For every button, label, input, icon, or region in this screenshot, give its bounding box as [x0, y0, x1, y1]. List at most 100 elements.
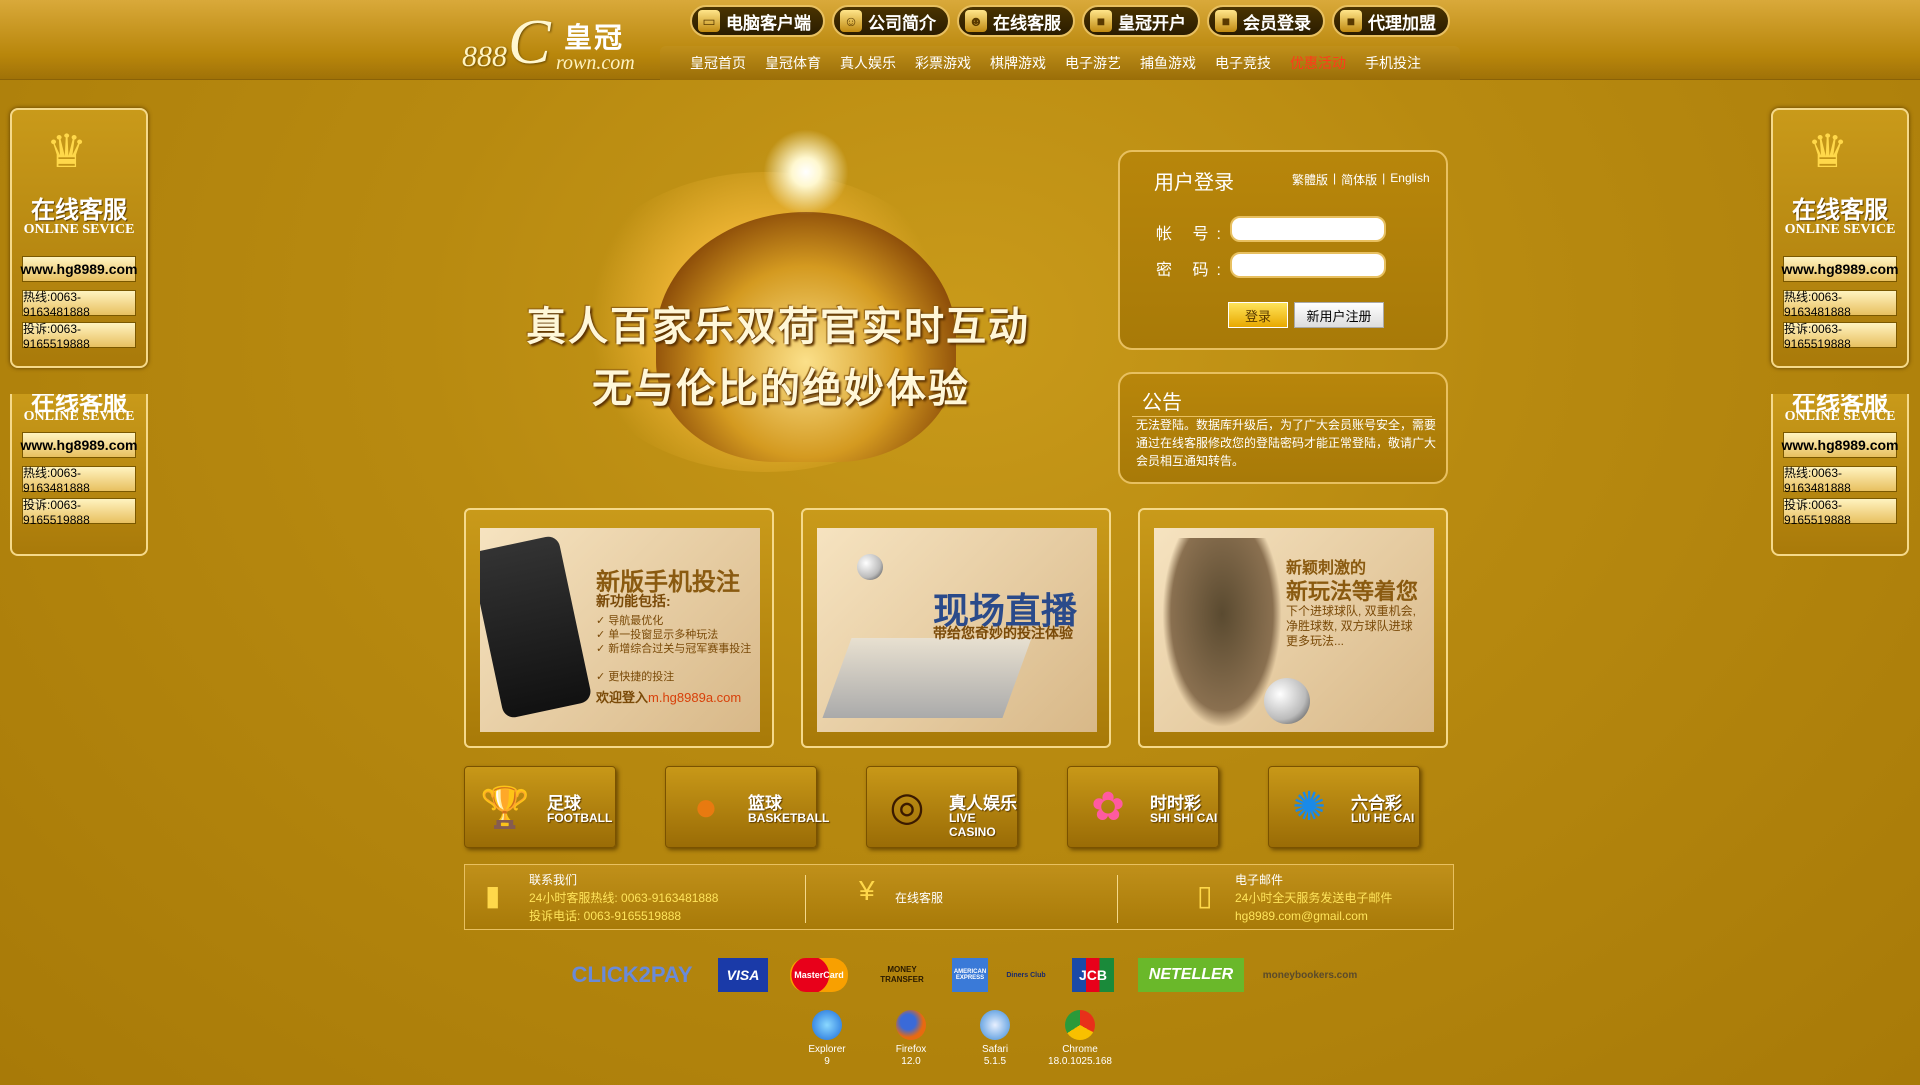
- logo-letter: C: [508, 6, 551, 77]
- service-url[interactable]: www.hg8989.com: [21, 432, 137, 458]
- click2pay-logo: CLICK2PAY: [571, 962, 693, 987]
- service-hotline: 热线:0063-9163481888: [1783, 290, 1897, 319]
- feature-item: ✓ 单一投窗显示多种玩法: [596, 629, 719, 641]
- nav-live-casino[interactable]: 真人娱乐: [840, 53, 896, 73]
- diners-club-logo: Diners Club: [1006, 971, 1046, 979]
- nav-card-games[interactable]: 棋牌游戏: [990, 53, 1046, 73]
- member-login-button[interactable]: ■ 会员登录: [1207, 5, 1325, 37]
- live-broadcast-card[interactable]: 现场直播 带给您奇妙的投注体验: [801, 508, 1111, 748]
- live-casino-button[interactable]: ◎ 真人娱乐 LIVE CASINO: [866, 766, 1018, 848]
- mobile-betting-image: 新版手机投注 新功能包括: ✓ 导航最优化 ✓ 单一投窗显示多种玩法 ✓ 新增综…: [480, 528, 760, 732]
- browser-name: Safari: [981, 1044, 1009, 1055]
- mobile-betting-card[interactable]: 新版手机投注 新功能包括: ✓ 导航最优化 ✓ 单一投窗显示多种玩法 ✓ 新增综…: [464, 508, 774, 748]
- service-hotline: 热线:0063-9163481888: [1783, 466, 1897, 495]
- browser-name: Explorer: [808, 1044, 846, 1055]
- nav-slots[interactable]: 电子游艺: [1065, 53, 1121, 73]
- account-label: 帐 号:: [1156, 226, 1229, 243]
- game-label-en: SHI SHI CAI: [1150, 811, 1218, 825]
- password-label: 密 码:: [1156, 262, 1229, 279]
- soccer-ball-graphic: [1264, 678, 1310, 724]
- nav-fishing[interactable]: 捕鱼游戏: [1140, 53, 1196, 73]
- crown-icon: ♛: [46, 125, 88, 177]
- browser-version: 9: [824, 1056, 830, 1067]
- phone-icon: ▮: [485, 880, 501, 911]
- lang-english[interactable]: English: [1390, 171, 1429, 188]
- nav-mobile[interactable]: 手机投注: [1365, 53, 1421, 73]
- contact-complaint: 投诉电话: 0063-9165519888: [529, 909, 682, 923]
- trophy-icon: 🏆: [480, 785, 530, 830]
- logo-number: 888: [462, 40, 507, 73]
- yen-icon: ¥: [859, 875, 875, 906]
- right-service-widget-lower[interactable]: 在线客服 ONLINE SEVICE www.hg8989.com 热线:006…: [1771, 394, 1909, 556]
- logo-domain: rown.com: [556, 52, 635, 74]
- notice-panel: 公告 无法登陆。数据库升级后，为了广大会员账号安全，需要通过在线客服修改您的登陆…: [1118, 372, 1448, 484]
- visa-logo: VISA: [718, 958, 768, 992]
- banner-subheadline: 无与伦比的绝妙体验: [592, 367, 970, 411]
- language-switcher: 繁體版 | 简体版 | English: [1292, 171, 1430, 188]
- lang-simplified[interactable]: 简体版: [1341, 171, 1377, 188]
- agent-icon: ☻: [965, 10, 987, 32]
- contact-hotline: 24小时客服热线: 0063-9163481888: [529, 891, 719, 905]
- safari-icon: [980, 1010, 1010, 1040]
- email-desc: 24小时全天服务发送电子邮件: [1235, 891, 1393, 905]
- email-address[interactable]: hg8989.com@gmail.com: [1235, 907, 1392, 925]
- nav-home[interactable]: 皇冠首页: [690, 53, 746, 73]
- agent-join-button[interactable]: ■ 代理加盟: [1332, 5, 1450, 37]
- account-input[interactable]: [1230, 216, 1386, 242]
- site-logo[interactable]: 888 C 皇冠 rown.com: [460, 6, 650, 77]
- register-button[interactable]: 新用户注册: [1294, 302, 1384, 328]
- chrome-icon: [1065, 1010, 1095, 1040]
- jcb-logo: JCB: [1072, 958, 1114, 992]
- card-heading: 新玩法等着您: [1286, 579, 1419, 604]
- contact-title: 联系我们: [529, 873, 578, 887]
- lang-separator: |: [1382, 171, 1386, 185]
- login-button[interactable]: 登录: [1228, 302, 1288, 328]
- lock-icon: ■: [1340, 10, 1362, 32]
- password-input[interactable]: [1230, 252, 1386, 278]
- nav-sports[interactable]: 皇冠体育: [765, 53, 821, 73]
- shishicai-button[interactable]: ✿ 时时彩 SHI SHI CAI: [1067, 766, 1219, 848]
- left-service-widget[interactable]: ♛ 在线客服 ONLINE SEVICE www.hg8989.com 热线:0…: [10, 108, 148, 368]
- card-desc-line: 净胜球数, 双方球队进球: [1286, 619, 1413, 633]
- liuhecai-button[interactable]: ✺ 六合彩 LIU HE CAI: [1268, 766, 1420, 848]
- mobile-url-link[interactable]: m.hg8989a.com: [648, 690, 741, 705]
- browser-explorer: Explorer 9: [792, 1010, 862, 1068]
- online-service-button[interactable]: ☻ 在线客服: [957, 5, 1075, 37]
- roulette-icon: ◎: [889, 785, 925, 829]
- client-download-button[interactable]: ▭ 电脑客户端: [690, 5, 825, 37]
- game-label-en: LIVE CASINO: [949, 811, 996, 839]
- nav-esports[interactable]: 电子竞技: [1215, 53, 1271, 73]
- service-url[interactable]: www.hg8989.com: [1782, 256, 1898, 282]
- game-label-en: FOOTBALL: [547, 811, 613, 825]
- lang-traditional[interactable]: 繁體版: [1292, 171, 1328, 188]
- hero-banner[interactable]: 真人百家乐双荷官实时互动 无与伦比的绝妙体验: [466, 102, 1120, 482]
- laptop-graphic: [822, 638, 1032, 718]
- football-button[interactable]: 🏆 足球 FOOTBALL: [464, 766, 616, 848]
- mastercard-logo: MasterCard: [790, 958, 848, 992]
- explorer-icon: [812, 1010, 842, 1040]
- browser-version: 18.0.1025.168: [1048, 1056, 1112, 1067]
- game-label-en: BASKETBALL: [748, 811, 830, 825]
- site-header: 888 C 皇冠 rown.com ▭ 电脑客户端 ☺ 公司简介 ☻ 在线客服 ■ 皇冠…: [0, 0, 1920, 80]
- card-desc-line: 下个进球球队, 双重机会,: [1286, 604, 1417, 618]
- online-service-link[interactable]: 在线客服: [895, 889, 943, 907]
- service-url[interactable]: www.hg8989.com: [21, 256, 137, 282]
- basketball-button[interactable]: ● 篮球 BASKETBALL: [665, 766, 829, 848]
- feature-item: ✓ 更快捷的投注: [596, 671, 675, 683]
- service-url[interactable]: www.hg8989.com: [1782, 432, 1898, 458]
- email-title: 电子邮件: [1235, 873, 1284, 887]
- nav-lottery[interactable]: 彩票游戏: [915, 53, 971, 73]
- company-intro-button[interactable]: ☺ 公司简介: [832, 5, 950, 37]
- service-subtitle: ONLINE SEVICE: [1784, 409, 1896, 424]
- nav-promotions[interactable]: 优惠活动: [1290, 53, 1346, 73]
- service-title: 在线客服: [31, 197, 127, 224]
- open-account-button[interactable]: ■ 皇冠开户: [1082, 5, 1200, 37]
- browser-name: Firefox: [895, 1044, 927, 1055]
- right-service-widget[interactable]: ♛ 在线客服 ONLINE SEVICE www.hg8989.com 热线:0…: [1771, 108, 1909, 368]
- soccer-ball-graphic: [857, 554, 883, 580]
- new-bet-types-card[interactable]: 新颖刺激的 新玩法等着您 下个进球球队, 双重机会, 净胜球数, 双方球队进球 …: [1138, 508, 1448, 748]
- divider: [805, 875, 806, 923]
- left-service-widget-lower[interactable]: 在线客服 ONLINE SEVICE www.hg8989.com 热线:006…: [10, 394, 148, 556]
- button-label: 代理加盟: [1368, 13, 1436, 33]
- card-subheading: 新功能包括:: [596, 593, 671, 609]
